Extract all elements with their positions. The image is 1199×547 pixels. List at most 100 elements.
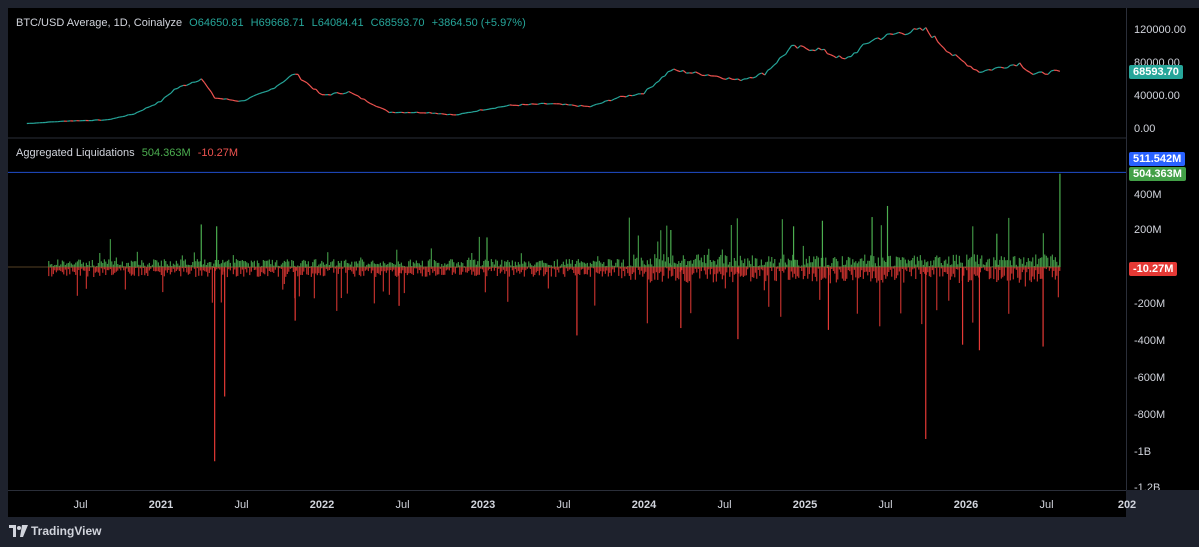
- price-segment: [363, 98, 368, 103]
- price-segment: [649, 85, 654, 89]
- time-tick: Jul: [395, 499, 410, 511]
- price-segment: [910, 28, 915, 33]
- time-tick: 2025: [792, 499, 818, 511]
- tradingview-logo[interactable]: TradingView: [9, 524, 101, 538]
- price-segment: [110, 118, 114, 120]
- price-segment: [188, 81, 193, 85]
- price-segment: [800, 45, 804, 48]
- price-segment: [354, 94, 359, 97]
- price-segment: [450, 113, 454, 116]
- price-segment: [426, 111, 430, 114]
- price-segment: [916, 27, 921, 30]
- price-segment: [565, 103, 569, 106]
- price-segment: [874, 37, 879, 40]
- price-segment: [367, 101, 371, 105]
- price-segment: [113, 117, 117, 120]
- time-tick: 202: [1117, 499, 1137, 511]
- price-segment: [148, 105, 153, 108]
- price-title: BTC/USD Average, 1D, Coinalyze: [16, 17, 183, 29]
- ohlc-low: L64084.41: [311, 17, 364, 29]
- price-segment: [734, 78, 738, 81]
- price-segment: [605, 99, 609, 102]
- price-segment: [303, 80, 308, 84]
- price-segment: [207, 87, 212, 93]
- price-segment: [247, 96, 251, 100]
- price-segment: [679, 69, 684, 73]
- time-axis[interactable]: Jul 2021 Jul 2022 Jul 2023 Jul 2024 Jul 2025 Jul 20…: [8, 490, 1136, 517]
- time-tick: Jul: [717, 499, 732, 511]
- liquidations-title: Aggregated Liquidations: [16, 147, 135, 159]
- price-segment: [943, 47, 948, 52]
- price-segment: [177, 85, 181, 89]
- price-scale[interactable]: 120000.00 80000.00 40000.00 0.00 68593.7…: [1126, 8, 1199, 490]
- price-segment: [262, 91, 266, 94]
- price-segment: [949, 52, 954, 57]
- price-segment: [593, 103, 597, 106]
- liquidation-tick: -1.2B: [1134, 483, 1161, 490]
- price-segment: [1010, 64, 1014, 66]
- price-segment: [376, 106, 380, 109]
- price-tick: 40000.00: [1134, 90, 1180, 102]
- price-segment: [722, 78, 727, 80]
- price-segment: [1047, 70, 1052, 75]
- price-segment: [151, 104, 156, 107]
- price-segment: [1013, 64, 1017, 67]
- price-segment: [1029, 71, 1034, 75]
- price-segment: [970, 65, 974, 70]
- price-segment: [907, 31, 912, 35]
- price-segment: [267, 88, 272, 92]
- price-segment: [476, 109, 481, 112]
- price-segment: [770, 64, 775, 69]
- price-segment: [955, 54, 959, 58]
- price-segment: [1016, 62, 1021, 67]
- price-segment: [571, 104, 576, 107]
- liquidation-tick: -600M: [1134, 372, 1166, 384]
- chart-frame: BTC/USD Average, 1D, Coinalyze O64650.81…: [0, 0, 1199, 547]
- price-segment: [528, 103, 532, 106]
- time-tick: Jul: [878, 499, 893, 511]
- price-segment: [716, 75, 721, 78]
- price-segment: [330, 92, 335, 96]
- liquidations-short-value: -10.27M: [197, 147, 239, 159]
- max-liquidation-badge: 511.542M: [1129, 152, 1186, 166]
- ohlc-close: C68593.70: [370, 17, 425, 29]
- price-segment: [342, 92, 347, 95]
- price-segment: [719, 76, 724, 80]
- price-segment: [45, 121, 49, 124]
- price-segment: [994, 66, 999, 69]
- liquidations-legend[interactable]: Aggregated Liquidations 504.363M -10.27M: [16, 147, 242, 159]
- price-segment: [488, 107, 493, 110]
- plot-area[interactable]: BTC/USD Average, 1D, Coinalyze O64650.81…: [8, 8, 1126, 490]
- price-segment: [1026, 69, 1030, 73]
- price-legend[interactable]: BTC/USD Average, 1D, Coinalyze O64650.81…: [16, 17, 530, 29]
- price-segment: [958, 56, 962, 61]
- price-segment: [764, 70, 769, 76]
- price-segment: [856, 47, 861, 54]
- price-segment: [1056, 69, 1061, 72]
- price-segment: [746, 76, 751, 80]
- price-segment: [788, 45, 793, 51]
- price-segment: [282, 79, 287, 83]
- price-segment: [871, 38, 876, 42]
- price-segment: [803, 46, 807, 50]
- price-segment: [145, 106, 150, 109]
- price-segment: [503, 105, 508, 108]
- price-segment: [982, 69, 986, 73]
- tradingview-brand: TradingView: [31, 524, 102, 538]
- time-tick: Jul: [1039, 499, 1054, 511]
- price-segment: [265, 90, 269, 93]
- price-segment: [253, 94, 257, 97]
- price-segment: [238, 100, 242, 102]
- price-segment: [1050, 69, 1055, 72]
- price-segment: [904, 33, 909, 36]
- price-segment: [318, 92, 323, 96]
- short-liquidation-badge: -10.27M: [1129, 262, 1178, 276]
- price-segment: [818, 47, 822, 51]
- price-segment: [728, 77, 733, 80]
- price-segment: [601, 100, 606, 104]
- price-segment: [167, 92, 172, 96]
- price-segment: [244, 98, 248, 102]
- price-segment: [830, 54, 834, 57]
- price-segment: [1035, 71, 1040, 74]
- liquidation-tick: 400M: [1134, 189, 1162, 201]
